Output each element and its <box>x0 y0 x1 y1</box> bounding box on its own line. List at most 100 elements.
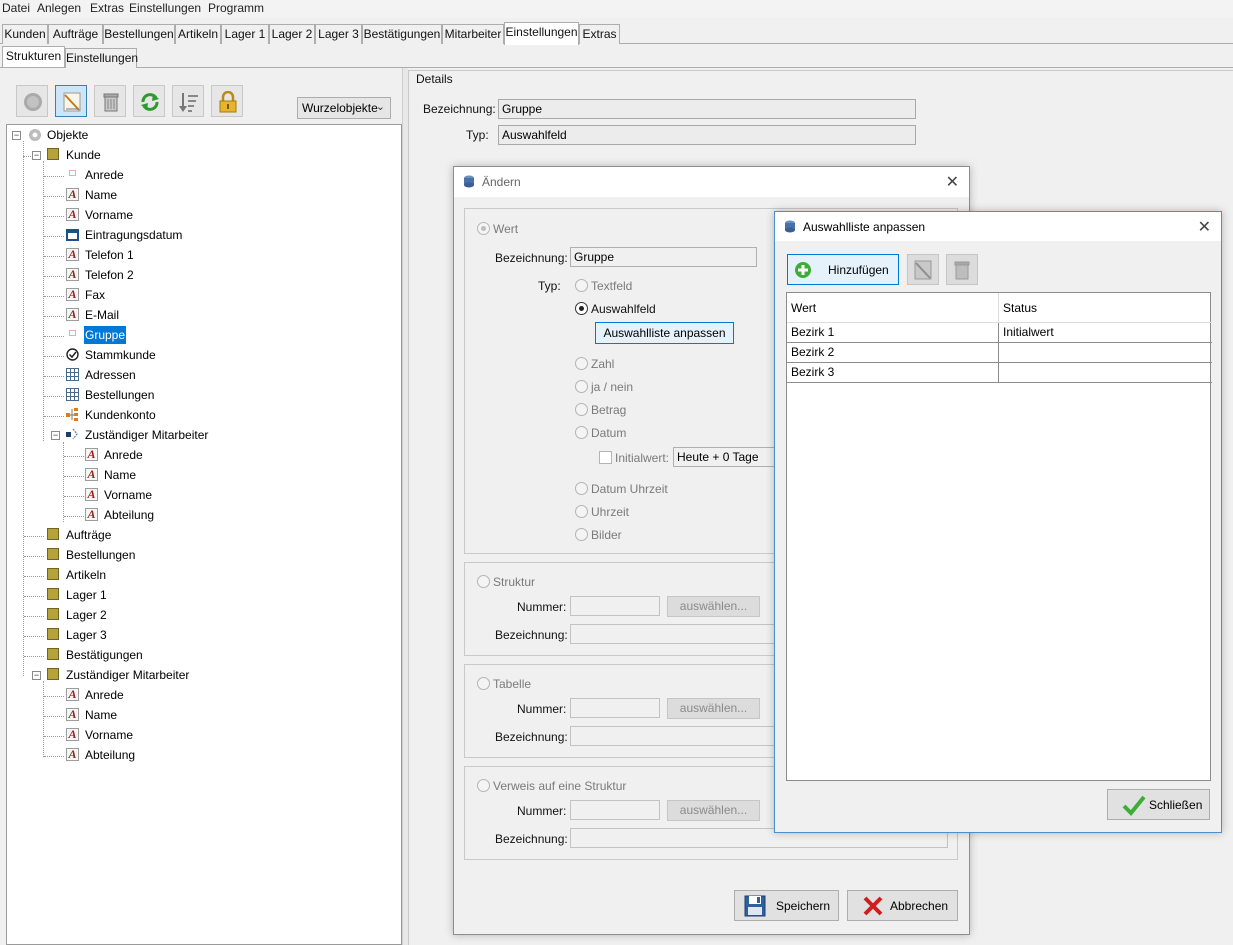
menu-anlegen[interactable]: Anlegen <box>37 1 81 15</box>
expander-kunde[interactable]: − <box>32 151 41 160</box>
add-disabled-icon <box>24 93 42 111</box>
verweis-bezeichnung-label: Bezeichnung: <box>495 832 568 846</box>
menu-programm[interactable]: Programm <box>208 1 264 15</box>
structure-tree[interactable]: − Objekte − Kunde □ Anrede A Name A Vorn… <box>6 124 402 945</box>
expander-kunde-mitarbeiter[interactable]: − <box>51 431 60 440</box>
tab-lager-1[interactable]: Lager 1 <box>221 24 269 44</box>
expander-mitarbeiter[interactable]: − <box>32 671 41 680</box>
delete-value-button[interactable] <box>946 254 978 285</box>
expander-objekte[interactable]: − <box>12 131 21 140</box>
tab-lager-2[interactable]: Lager 2 <box>269 24 315 44</box>
tab-mitarbeiter[interactable]: Mitarbeiter <box>442 24 504 44</box>
type-textfeld-radio[interactable] <box>575 279 588 292</box>
save-button[interactable]: Speichern <box>734 890 839 921</box>
initialwert-field[interactable]: Heute + 0 Tage <box>673 447 783 467</box>
lock-button[interactable] <box>211 85 243 117</box>
verweis-radio[interactable] <box>477 779 490 792</box>
type-datum-uhrzeit-radio[interactable] <box>575 482 588 495</box>
tabelle-auswaehlen-button[interactable]: auswählen... <box>667 698 760 719</box>
type-bilder-radio[interactable] <box>575 528 588 541</box>
tab-auftraege[interactable]: Aufträge <box>48 24 103 44</box>
details-typ-label: Typ: <box>466 128 489 142</box>
text-field-icon: A <box>66 748 79 761</box>
cancel-button[interactable]: Abbrechen <box>847 890 958 921</box>
root-objects-value: Wurzelobjekte <box>302 101 378 115</box>
menu-einstellungen[interactable]: Einstellungen <box>129 1 201 15</box>
initialwert-checkbox[interactable] <box>599 451 612 464</box>
tabelle-radio[interactable] <box>477 677 490 690</box>
text-field-icon: A <box>66 188 79 201</box>
aendern-typ-label: Typ: <box>538 279 561 293</box>
add-button[interactable] <box>16 85 48 117</box>
reference-icon <box>66 428 78 440</box>
type-zahl-radio[interactable] <box>575 357 588 370</box>
struktur-nummer-field[interactable] <box>570 596 660 616</box>
wert-radio[interactable] <box>477 222 490 235</box>
column-header-wert[interactable]: Wert <box>787 293 999 323</box>
tab-bestellungen[interactable]: Bestellungen <box>103 24 175 44</box>
menu-datei[interactable]: Datei <box>2 1 30 15</box>
table-row-1-wert[interactable]: Bezirk 1 <box>787 323 999 343</box>
initialwert-label: Initialwert: <box>615 451 670 465</box>
root-objects-select[interactable]: Wurzelobjekte ⌄ <box>297 97 391 119</box>
edit-button[interactable] <box>55 85 87 117</box>
table-row-3-wert[interactable]: Bezirk 3 <box>787 363 999 383</box>
edit-icon <box>914 260 932 280</box>
tab-einstellungen[interactable]: Einstellungen <box>504 22 579 45</box>
auswahlliste-anpassen-button[interactable]: Auswahlliste anpassen <box>595 322 734 344</box>
type-uhrzeit-radio[interactable] <box>575 505 588 518</box>
aendern-titlebar[interactable]: Ändern ✕ <box>454 167 969 197</box>
tabelle-nummer-field[interactable] <box>570 698 660 718</box>
tabelle-label: Tabelle <box>493 677 532 691</box>
values-table[interactable]: Wert Status Bezirk 1 Initialwert Bezirk … <box>786 292 1212 781</box>
delete-button[interactable] <box>94 85 126 117</box>
refresh-button[interactable] <box>133 85 165 117</box>
add-value-button[interactable]: Hinzufügen <box>787 254 899 285</box>
close-icon[interactable]: ✕ <box>946 172 959 192</box>
aendern-bezeichnung-field[interactable]: Gruppe <box>570 247 757 267</box>
tab-bestaetigungen[interactable]: Bestätigungen <box>362 24 442 44</box>
chevron-down-icon: ⌄ <box>375 101 385 113</box>
hierarchy-icon <box>66 408 78 421</box>
column-header-status[interactable]: Status <box>999 293 1212 323</box>
tab-kunden[interactable]: Kunden <box>2 24 48 44</box>
table-row-2-status[interactable] <box>999 343 1212 363</box>
table-row-2-wert[interactable]: Bezirk 2 <box>787 343 999 363</box>
tab-extras[interactable]: Extras <box>579 24 620 44</box>
struktur-auswaehlen-button[interactable]: auswählen... <box>667 596 760 617</box>
text-field-icon: A <box>85 508 98 521</box>
verweis-nummer-label: Nummer: <box>517 804 567 818</box>
sort-button[interactable] <box>172 85 204 117</box>
tab-einstellungen-sub[interactable]: Einstellungen <box>65 48 138 68</box>
verweis-nummer-field[interactable] <box>570 800 660 820</box>
tab-lager-3[interactable]: Lager 3 <box>315 24 362 44</box>
text-field-icon: A <box>66 728 79 741</box>
menu-extras[interactable]: Extras <box>90 1 124 15</box>
structure-icon <box>47 628 59 640</box>
edit-value-button[interactable] <box>907 254 939 285</box>
verweis-auswaehlen-button[interactable]: auswählen... <box>667 800 760 821</box>
close-icon[interactable]: ✕ <box>1198 217 1211 237</box>
auswahlliste-titlebar[interactable]: Auswahlliste anpassen ✕ <box>775 212 1221 241</box>
tab-strukturen[interactable]: Strukturen <box>2 46 65 67</box>
table-row-3-status[interactable] <box>999 363 1212 383</box>
plus-circle-icon <box>795 262 811 278</box>
type-betrag-radio[interactable] <box>575 403 588 416</box>
struktur-label: Struktur <box>493 575 536 589</box>
type-auswahlfeld-radio[interactable] <box>575 302 588 315</box>
table-row-1-status[interactable]: Initialwert <box>999 323 1212 343</box>
close-button[interactable]: Schließen <box>1107 789 1210 820</box>
struktur-radio[interactable] <box>477 575 490 588</box>
structure-icon <box>47 528 59 540</box>
selection-list-icon: □ <box>69 168 76 179</box>
type-datum-radio[interactable] <box>575 426 588 439</box>
structure-icon <box>47 588 59 600</box>
tabelle-nummer-label: Nummer: <box>517 702 567 716</box>
cancel-label: Abbrechen <box>890 899 949 913</box>
green-check-icon <box>1122 795 1146 816</box>
tab-artikeln[interactable]: Artikeln <box>175 24 221 44</box>
type-janein-radio[interactable] <box>575 380 588 393</box>
text-field-icon: A <box>66 688 79 701</box>
edit-icon <box>63 92 81 112</box>
structure-icon <box>47 648 59 660</box>
